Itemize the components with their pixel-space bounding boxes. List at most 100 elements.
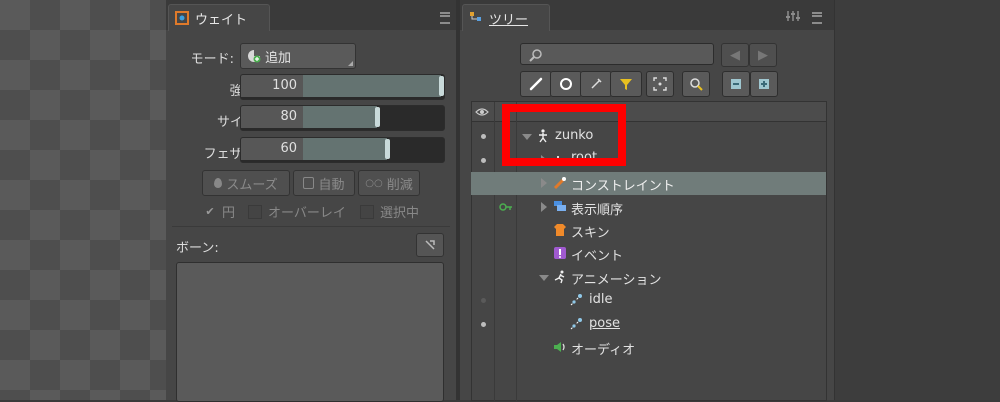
panel-menu-icon[interactable] xyxy=(440,12,450,24)
bones-list[interactable] xyxy=(176,262,444,402)
constraint-icon xyxy=(553,176,567,190)
tab-tree[interactable]: ツリー xyxy=(462,4,550,31)
skin-icon xyxy=(554,224,566,236)
magnify-icon xyxy=(690,78,703,91)
filter-bones-button[interactable] xyxy=(520,71,552,97)
feather-slider[interactable]: 60 xyxy=(240,137,445,163)
visibility-dot[interactable] xyxy=(481,298,486,303)
auto-label: 自動 xyxy=(318,177,345,193)
tree-row-events[interactable]: イベント xyxy=(471,242,826,265)
expand-button[interactable] xyxy=(750,71,778,97)
tree-row-audio[interactable]: オーディオ xyxy=(471,336,826,359)
mode-label: モード: xyxy=(190,52,234,67)
pick-bone-icon xyxy=(425,240,435,250)
filter-funnel-button[interactable] xyxy=(610,71,642,97)
reduce-label: 削減 xyxy=(386,177,413,193)
size-slider[interactable]: 80 xyxy=(240,105,445,131)
tree-search-input[interactable] xyxy=(520,43,714,65)
draw-order-icon xyxy=(554,201,566,211)
tree-item-label: idle xyxy=(589,292,613,307)
strength-fill xyxy=(303,75,441,97)
animation-icon xyxy=(554,270,565,284)
feather-knob[interactable] xyxy=(385,139,390,159)
eye-icon[interactable] xyxy=(475,106,489,118)
tree-row-animations[interactable]: アニメーション xyxy=(471,266,826,289)
collapse-icon xyxy=(731,79,741,89)
tab-tree-label: ツリー xyxy=(489,12,529,28)
mode-dropdown[interactable]: 追加 xyxy=(240,43,356,69)
tab-weights[interactable]: ウェイト xyxy=(168,4,270,31)
animation-clip-icon xyxy=(570,294,582,306)
highlight-box xyxy=(502,104,626,166)
tree-item-label: コンストレイント xyxy=(571,179,675,194)
tree-row-constraints[interactable]: コンストレイント xyxy=(471,172,826,195)
focus-button[interactable] xyxy=(646,71,674,97)
weights-icon xyxy=(175,11,189,25)
selected-box xyxy=(360,204,374,219)
smooth-label: スムーズ xyxy=(226,177,278,193)
expand-arrow-icon[interactable] xyxy=(541,178,547,188)
size-value: 80 xyxy=(241,106,303,128)
feather-value: 60 xyxy=(241,138,303,160)
bones-pick-button[interactable] xyxy=(416,233,444,257)
smooth-button[interactable]: スムーズ xyxy=(202,170,290,196)
right-empty-area xyxy=(834,0,1000,400)
tree-item-label: イベント xyxy=(571,249,624,264)
event-icon xyxy=(554,247,566,259)
overlay-box xyxy=(248,204,262,219)
key-icon[interactable] xyxy=(499,201,513,213)
overlay-checkbox[interactable]: オーバーレイ xyxy=(248,202,346,221)
weights-panel: ウェイト モード: 追加 強度: 100 サイズ: 80 フェザー: 60 スム… xyxy=(166,0,456,402)
selected-checkbox[interactable]: 選択中 xyxy=(360,202,419,221)
mode-value: 追加 xyxy=(265,50,292,66)
funnel-icon xyxy=(620,79,632,90)
search-text[interactable] xyxy=(547,46,711,64)
mode-add-icon xyxy=(248,50,261,63)
reduce-button[interactable]: ○○ 削減 xyxy=(358,170,420,196)
collapse-button[interactable] xyxy=(722,71,750,97)
viewport-canvas[interactable] xyxy=(0,0,166,400)
find-button[interactable] xyxy=(682,71,710,97)
search-prev-button[interactable]: ◀ xyxy=(721,43,749,67)
animation-clip-icon xyxy=(570,318,582,330)
pencil-icon xyxy=(591,78,602,89)
filter-attachments-button[interactable] xyxy=(580,71,612,97)
strength-slider[interactable]: 100 xyxy=(240,74,445,100)
filter-slots-button[interactable] xyxy=(550,71,582,97)
search-next-button[interactable]: ▶ xyxy=(749,43,777,67)
tree-row-skins[interactable]: スキン xyxy=(471,219,826,242)
bones-label: ボーン: xyxy=(176,241,219,256)
tree-menu-icon[interactable] xyxy=(812,12,822,24)
circle-checkbox[interactable]: ✔ 円 xyxy=(204,202,235,221)
tree-icon xyxy=(470,12,481,21)
dropdown-corner-icon xyxy=(348,61,353,66)
tab-weights-label: ウェイト xyxy=(195,12,248,28)
expand-icon xyxy=(759,79,769,89)
tree-row-pose[interactable]: pose xyxy=(471,313,826,336)
visibility-dot[interactable] xyxy=(481,158,486,163)
tree-row-idle[interactable]: idle xyxy=(471,289,826,312)
circle-icon xyxy=(560,78,572,90)
strength-knob[interactable] xyxy=(439,76,444,96)
reduce-icon: ○○ xyxy=(365,177,383,189)
focus-icon xyxy=(653,77,667,91)
tree-row-draw-order[interactable]: 表示順序 xyxy=(471,196,826,219)
brush-icon xyxy=(529,77,543,91)
search-icon xyxy=(529,49,542,62)
tree-item-label: 表示順序 xyxy=(571,203,624,218)
size-fill xyxy=(303,106,377,128)
selected-label: 選択中 xyxy=(380,206,420,221)
visibility-dot[interactable] xyxy=(481,134,486,139)
expand-arrow-icon[interactable] xyxy=(541,202,547,212)
auto-button[interactable]: 自動 xyxy=(293,170,355,196)
drop-icon xyxy=(214,178,223,188)
visibility-dot[interactable] xyxy=(481,322,486,327)
tree-item-label: pose xyxy=(589,316,620,331)
tree-settings-icon[interactable] xyxy=(786,10,800,22)
checkmark-icon: ✔ xyxy=(205,205,215,218)
expand-arrow-icon[interactable] xyxy=(539,275,549,281)
divider xyxy=(172,226,450,227)
tree-item-label: アニメーション xyxy=(571,273,662,288)
feather-fill xyxy=(303,138,387,160)
size-knob[interactable] xyxy=(375,107,380,127)
